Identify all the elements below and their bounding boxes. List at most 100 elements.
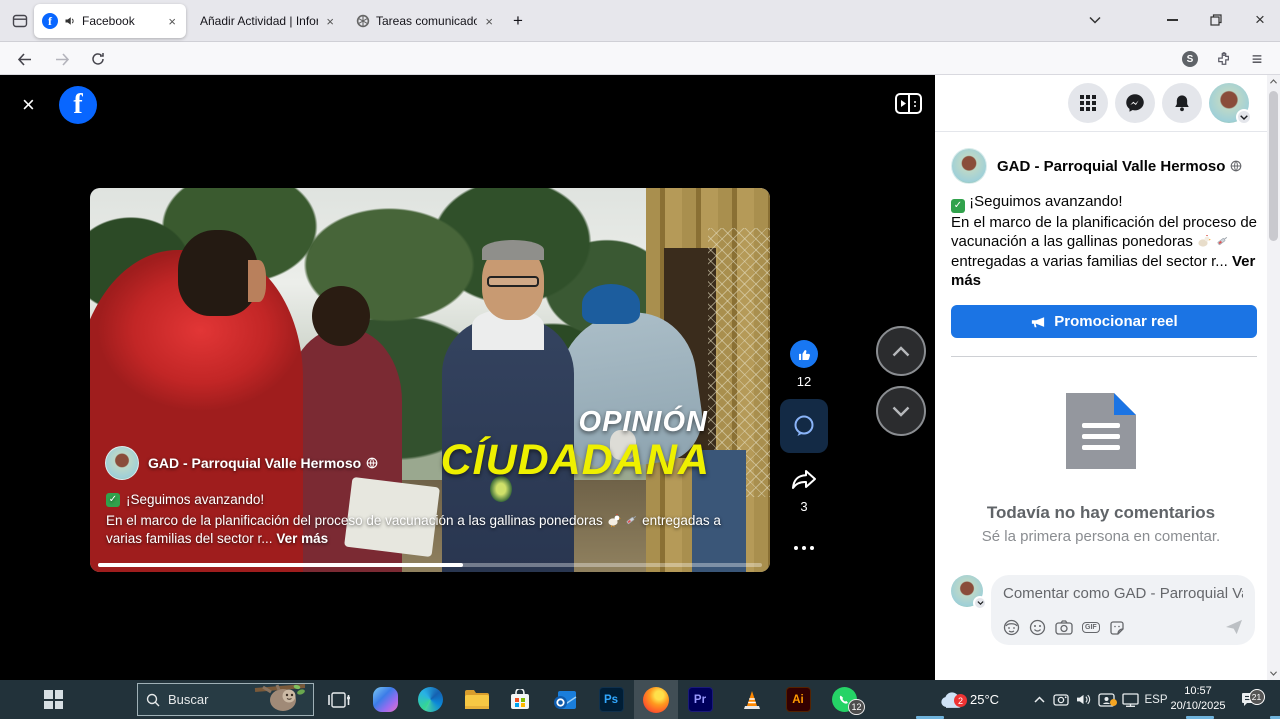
tab-label: Facebook [82, 14, 160, 28]
share-button[interactable] [790, 469, 818, 493]
page-avatar[interactable] [951, 148, 987, 184]
scroll-up-arrow[interactable] [1270, 79, 1277, 84]
notifications-button[interactable] [1162, 83, 1202, 123]
taskbar-search[interactable]: Buscar [137, 683, 314, 716]
edge-icon[interactable] [408, 680, 452, 719]
minimize-button[interactable] [1152, 0, 1192, 40]
tray-expand-chevron[interactable] [1028, 680, 1050, 719]
video-caption-check-line: ✓ ¡Seguimos avanzando! [106, 492, 264, 507]
close-reel-button[interactable]: × [22, 92, 35, 118]
network-icon[interactable] [1118, 680, 1142, 719]
emoji-icon[interactable] [1029, 619, 1046, 636]
syringe-icon [624, 513, 638, 527]
tab-audio-icon[interactable] [64, 15, 76, 27]
vlc-icon[interactable] [730, 680, 774, 719]
divider [951, 356, 1257, 357]
messenger-button[interactable] [1115, 83, 1155, 123]
extension-s-icon[interactable]: S [1182, 51, 1198, 67]
composer-icons: GIF [1003, 619, 1125, 636]
video-progress-bar[interactable] [98, 563, 762, 567]
tab-close-button[interactable]: × [166, 14, 178, 29]
sidebar-header [935, 75, 1267, 132]
firefox-view-icon[interactable] [10, 11, 30, 31]
action-center-icon[interactable]: 21 [1234, 680, 1264, 719]
chevron-down-icon [1236, 109, 1252, 125]
chatgpt-favicon [356, 14, 370, 28]
comment-input[interactable]: Comentar como GAD - Parroquial Vall... G… [991, 575, 1255, 645]
camera-icon[interactable] [1055, 620, 1073, 635]
account-avatar-button[interactable] [1209, 83, 1249, 123]
tray-camera-icon[interactable] [1050, 680, 1072, 719]
page-header-row[interactable]: GAD - Parroquial Valle Hermoso [951, 148, 1242, 184]
volume-icon[interactable] [1072, 680, 1094, 719]
video-byline[interactable]: GAD - Parroquial Valle Hermoso [105, 446, 378, 480]
avatar-sticker-icon[interactable] [1003, 619, 1020, 636]
task-view-button[interactable] [317, 680, 361, 719]
illustrator-icon[interactable]: Ai [776, 680, 820, 719]
tab-close-button[interactable]: × [324, 14, 336, 29]
extensions-puzzle-icon[interactable] [1212, 47, 1236, 71]
date: 20/10/2025 [1168, 699, 1228, 714]
reel-video[interactable]: OPINIÓN CÍUDADANA GAD - Parroquial Valle… [90, 188, 770, 572]
notification-count-badge: 21 [1249, 689, 1265, 705]
page-avatar[interactable] [105, 446, 139, 480]
send-comment-button[interactable] [1225, 619, 1243, 635]
new-tab-button[interactable]: + [505, 8, 531, 34]
sticker-icon[interactable] [1109, 620, 1125, 636]
tab-tareas[interactable]: Tareas comunicador social GAD × [348, 4, 503, 38]
whatsapp-icon[interactable]: 12 [822, 680, 866, 719]
like-count: 12 [797, 374, 811, 389]
tab-label: Tareas comunicador social GAD [376, 14, 477, 28]
facebook-logo[interactable]: f [59, 86, 97, 124]
taskbar-weather[interactable]: 2 25°C [940, 680, 999, 719]
previous-reel-button[interactable] [876, 326, 926, 376]
microsoft-store-icon[interactable] [498, 680, 542, 719]
menu-icon[interactable]: ≡ [1245, 47, 1269, 71]
chevron-down-icon[interactable] [973, 596, 987, 610]
tab-facebook[interactable]: f Facebook × [34, 4, 186, 38]
taskbar-clock[interactable]: 10:57 20/10/2025 [1168, 684, 1228, 714]
photoshop-icon[interactable]: Ps [589, 680, 633, 719]
time: 10:57 [1168, 684, 1228, 699]
file-explorer-icon[interactable] [454, 680, 498, 719]
copilot-icon[interactable] [363, 680, 407, 719]
reload-button[interactable] [86, 47, 110, 71]
forward-button[interactable] [50, 47, 74, 71]
check-icon: ✓ [106, 493, 120, 507]
premiere-icon[interactable]: Pr [678, 680, 722, 719]
scroll-down-arrow[interactable] [1270, 671, 1277, 676]
tab-close-button[interactable]: × [483, 14, 495, 29]
share-count: 3 [800, 499, 807, 514]
page-scrollbar[interactable] [1267, 75, 1280, 680]
promote-reel-button[interactable]: Promocionar reel [951, 305, 1257, 338]
next-reel-button[interactable] [876, 386, 926, 436]
comment-button[interactable] [780, 399, 828, 453]
back-button[interactable] [12, 47, 36, 71]
search-icon [146, 693, 160, 707]
video-caption: En el marco de la planificación del proc… [106, 512, 756, 548]
close-window-button[interactable]: × [1240, 0, 1280, 40]
comment-placeholder: Comentar como GAD - Parroquial Vall... [1003, 585, 1243, 602]
megaphone-icon [1030, 315, 1046, 329]
meet-now-icon[interactable] [1094, 680, 1118, 719]
more-options-button[interactable] [794, 546, 814, 550]
firefox-icon[interactable] [634, 680, 678, 719]
restore-button[interactable] [1196, 0, 1236, 40]
reel-sidebar: GAD - Parroquial Valle Hermoso ✓ ¡Seguim… [935, 75, 1267, 680]
facebook-page: × f [0, 75, 1280, 680]
language-indicator[interactable]: ESP [1142, 680, 1170, 719]
tab-list-dropdown[interactable] [1075, 0, 1115, 40]
tab-informes[interactable]: Añadir Actividad | Informes Mensua × [192, 4, 344, 38]
see-more-link[interactable]: Ver más [276, 531, 328, 546]
start-button[interactable] [44, 690, 63, 709]
syringe-icon [1215, 234, 1229, 248]
gif-icon[interactable]: GIF [1082, 622, 1100, 633]
apps-menu-button[interactable] [1068, 83, 1108, 123]
commenter-avatar[interactable] [951, 575, 983, 607]
like-button[interactable] [790, 340, 818, 368]
video-title-line1: OPINIÓN [579, 406, 708, 439]
scrollbar-thumb[interactable] [1269, 91, 1278, 241]
globe-icon [1230, 160, 1242, 172]
collapse-panel-icon[interactable] [895, 93, 922, 114]
outlook-icon[interactable] [543, 680, 587, 719]
